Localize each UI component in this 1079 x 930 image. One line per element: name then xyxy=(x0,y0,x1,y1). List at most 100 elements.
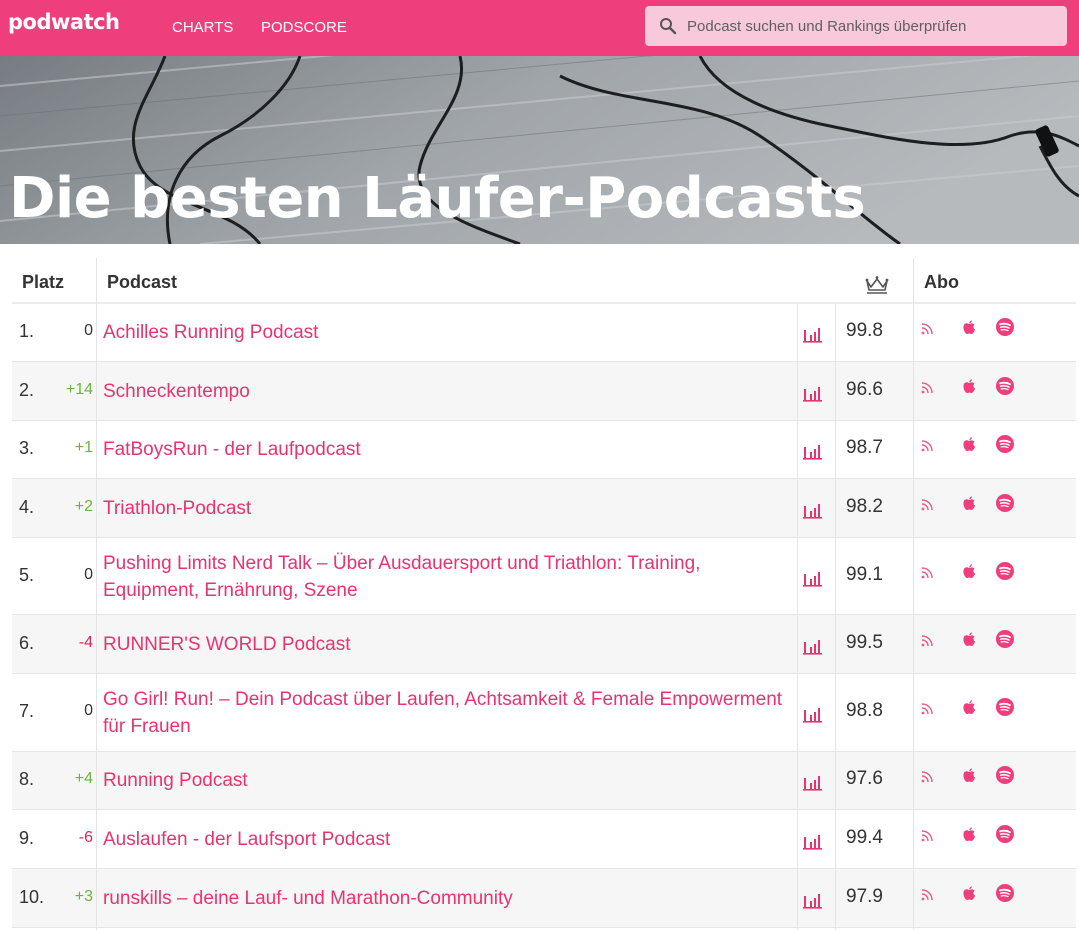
rss-icon[interactable] xyxy=(918,883,938,905)
table-body: 1. 0 Achilles Running Podcast 99.8 2. +14 Schn… xyxy=(12,304,1076,928)
subscribe-links xyxy=(918,434,1028,456)
rank-change: 0 xyxy=(84,322,93,339)
crown-icon[interactable] xyxy=(864,274,890,294)
rss-icon[interactable] xyxy=(918,765,938,787)
stats-icon[interactable] xyxy=(802,892,824,910)
search-input[interactable] xyxy=(687,6,1057,46)
logo[interactable]: podwatch xyxy=(8,10,120,34)
podcast-title-link[interactable]: Running Podcast xyxy=(103,767,788,794)
rss-icon[interactable] xyxy=(918,376,938,398)
apple-icon[interactable] xyxy=(959,561,979,583)
table-row[interactable]: 10. +3 runskills – deine Lauf- und Maratho… xyxy=(12,869,1076,928)
podcast-title-link[interactable]: Triathlon-Podcast xyxy=(103,495,788,522)
apple-icon[interactable] xyxy=(959,697,979,719)
stats-icon[interactable] xyxy=(802,502,824,520)
table-row[interactable]: 8. +4 Running Podcast 97.6 xyxy=(12,752,1076,810)
header-podcast[interactable]: Podcast xyxy=(107,272,177,293)
rss-icon[interactable] xyxy=(918,434,938,456)
rss-icon[interactable] xyxy=(918,697,938,719)
rank-change: +4 xyxy=(74,770,93,787)
spotify-icon[interactable] xyxy=(995,883,1015,905)
stats-icon[interactable] xyxy=(802,326,824,344)
rank-number: 7. xyxy=(19,701,35,721)
stats-icon[interactable] xyxy=(802,833,824,851)
rss-icon[interactable] xyxy=(918,629,938,651)
subscribe-links xyxy=(918,493,1028,515)
nav-link-charts[interactable]: CHARTS xyxy=(172,19,233,36)
subscribe-links xyxy=(918,629,1028,651)
rank-number: 9. xyxy=(19,827,35,848)
rank-number: 8. xyxy=(19,769,35,789)
rank-number: 2. xyxy=(19,379,35,400)
podscore-value: 97.9 xyxy=(846,885,883,907)
rank-change: +2 xyxy=(74,497,93,515)
apple-icon[interactable] xyxy=(959,493,979,515)
rank-change: -4 xyxy=(78,633,93,651)
rank-number: 6. xyxy=(19,632,35,653)
table-row[interactable]: 7. 0 Go Girl! Run! – Dein Podcast über Lau… xyxy=(12,674,1076,752)
podcast-title-link[interactable]: FatBoysRun - der Laufpodcast xyxy=(103,436,788,463)
stats-icon[interactable] xyxy=(802,774,824,792)
subscribe-links xyxy=(918,883,1028,905)
nav-link-podscore[interactable]: PODSCORE xyxy=(261,19,347,36)
rank-number: 3. xyxy=(19,438,35,458)
podcast-title-link[interactable]: Achilles Running Podcast xyxy=(103,319,788,346)
ranking-table: Platz Podcast Abo 1. 0 Achilles Running Po… xyxy=(12,258,1076,930)
rank-change: 0 xyxy=(84,702,93,719)
subscribe-links xyxy=(918,317,1028,339)
table-row[interactable]: 4. +2 Triathlon-Podcast 98.2 xyxy=(12,479,1076,538)
podcast-title-link[interactable]: RUNNER'S WORLD Podcast xyxy=(103,631,788,658)
subscribe-links xyxy=(918,561,1028,583)
stats-icon[interactable] xyxy=(802,570,824,588)
search-icon[interactable] xyxy=(659,17,677,35)
table-row[interactable]: 2. +14 Schneckentempo 96.6 xyxy=(12,362,1076,421)
podcast-title-link[interactable]: runskills – deine Lauf- und Marathon-Com… xyxy=(103,885,788,912)
rank-number: 5. xyxy=(19,564,35,585)
podscore-value: 99.4 xyxy=(846,826,883,848)
rank-change: +1 xyxy=(74,439,93,456)
podscore-value: 99.1 xyxy=(846,563,883,585)
rank-number: 4. xyxy=(19,496,35,517)
podscore-value: 97.6 xyxy=(846,768,883,789)
apple-icon[interactable] xyxy=(959,629,979,651)
spotify-icon[interactable] xyxy=(995,317,1015,339)
table-row[interactable]: 5. 0 Pushing Limits Nerd Talk – Über Ausda… xyxy=(12,538,1076,615)
top-nav: podwatch CHARTS PODSCORE xyxy=(0,0,1079,56)
podcast-title-link[interactable]: Schneckentempo xyxy=(103,378,788,405)
apple-icon[interactable] xyxy=(959,824,979,846)
stats-icon[interactable] xyxy=(802,385,824,403)
rss-icon[interactable] xyxy=(918,317,938,339)
rss-icon[interactable] xyxy=(918,493,938,515)
rank-change: +14 xyxy=(65,380,93,398)
apple-icon[interactable] xyxy=(959,434,979,456)
column-divider xyxy=(913,258,914,930)
stats-icon[interactable] xyxy=(802,638,824,656)
stats-icon[interactable] xyxy=(802,443,824,461)
podscore-value: 99.8 xyxy=(846,320,883,341)
spotify-icon[interactable] xyxy=(995,561,1015,583)
page-title: Die besten Läufer-Podcasts xyxy=(9,166,866,231)
rss-icon[interactable] xyxy=(918,561,938,583)
table-row[interactable]: 1. 0 Achilles Running Podcast 99.8 xyxy=(12,304,1076,362)
apple-icon[interactable] xyxy=(959,317,979,339)
spotify-icon[interactable] xyxy=(995,824,1015,846)
apple-icon[interactable] xyxy=(959,765,979,787)
podscore-value: 96.6 xyxy=(846,378,883,400)
podcast-title-link[interactable]: Pushing Limits Nerd Talk – Über Ausdauer… xyxy=(103,550,788,604)
spotify-icon[interactable] xyxy=(995,765,1015,787)
rss-icon[interactable] xyxy=(918,824,938,846)
spotify-icon[interactable] xyxy=(995,629,1015,651)
spotify-icon[interactable] xyxy=(995,434,1015,456)
table-row[interactable]: 3. +1 FatBoysRun - der Laufpodcast 98.7 xyxy=(12,421,1076,479)
spotify-icon[interactable] xyxy=(995,493,1015,515)
spotify-icon[interactable] xyxy=(995,376,1015,398)
header-rank[interactable]: Platz xyxy=(22,272,64,293)
apple-icon[interactable] xyxy=(959,376,979,398)
table-row[interactable]: 9. -6 Auslaufen - der Laufsport Podcast 99.… xyxy=(12,810,1076,869)
table-row[interactable]: 6. -4 RUNNER'S WORLD Podcast 99.5 xyxy=(12,615,1076,674)
stats-icon[interactable] xyxy=(802,706,824,724)
podcast-title-link[interactable]: Go Girl! Run! – Dein Podcast über Laufen… xyxy=(103,686,788,740)
spotify-icon[interactable] xyxy=(995,697,1015,719)
podcast-title-link[interactable]: Auslaufen - der Laufsport Podcast xyxy=(103,826,788,853)
apple-icon[interactable] xyxy=(959,883,979,905)
